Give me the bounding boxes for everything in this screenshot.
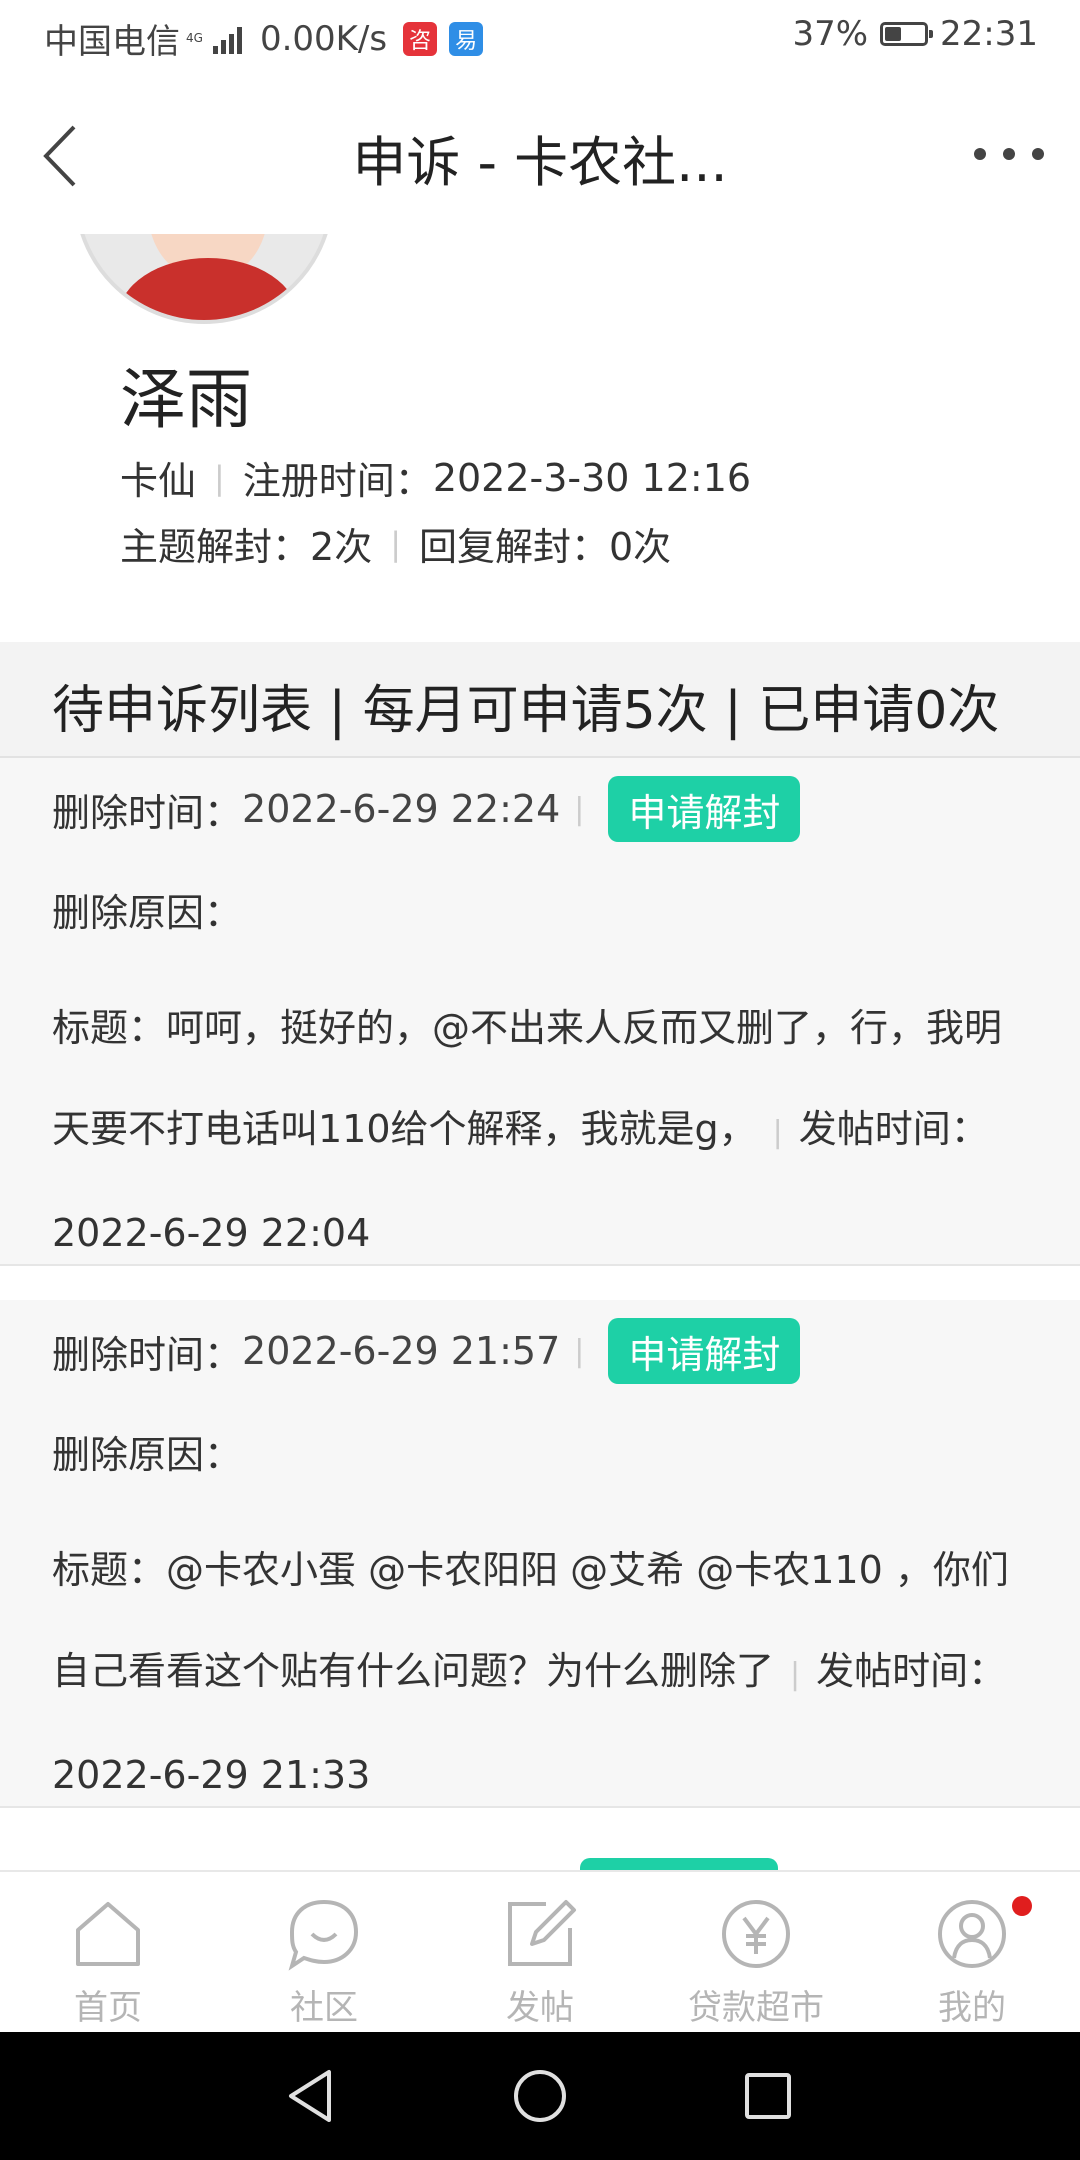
delete-time-label: 删除时间： [52, 790, 243, 835]
divider: | [790, 1657, 801, 1692]
system-recents-button[interactable] [728, 2060, 808, 2132]
appeal-list-header: 待申诉列表 | 每月可申请5次 | 已申请0次 [0, 642, 1080, 758]
tab-label: 我的 [938, 1988, 1006, 2028]
system-back-button[interactable] [270, 2060, 350, 2132]
status-right: 37% 22:31 [792, 14, 1038, 54]
more-dot-icon [974, 148, 986, 160]
user-name: 泽雨 [120, 361, 252, 438]
user-profile-section: 泽雨 卡仙 | 注册时间： 2022-3-30 12:16 主题解封： 2次 |… [0, 234, 1080, 642]
avatar-shirt [118, 258, 298, 320]
divider: | [772, 1115, 783, 1150]
divider: | [390, 524, 401, 563]
profile-meta-line: 卡仙 | 注册时间： 2022-3-30 12:16 [120, 450, 751, 505]
post-time: 2022-6-29 21:33 [52, 1753, 371, 1797]
battery-percent: 37% [792, 14, 869, 54]
network-speed: 0.00K/s [259, 18, 388, 59]
delete-reason-label: 删除原因： [52, 891, 243, 935]
register-time: 2022-3-30 12:16 [432, 455, 752, 500]
reply-unblock-label: 回复解封： [418, 525, 609, 569]
circle-home-icon [514, 2070, 566, 2122]
divider: | [574, 791, 585, 827]
topic-unblock-label: 主题解封： [120, 525, 311, 569]
triangle-back-icon [289, 2070, 331, 2122]
tab-home[interactable]: 首页 [0, 1872, 216, 2032]
post-title-label: 标题： [52, 1548, 167, 1592]
topic-unblock-count: 2次 [310, 525, 373, 569]
post-title-block: 标题：@卡农小蛋 @卡农阳阳 @艾希 @卡农110 ，你们自己看看这个贴有什么问… [52, 1520, 1032, 1826]
bottom-tab-bar: 首页 社区 发帖 贷款超市 我的 [0, 1870, 1080, 2032]
post-time: 2022-6-29 22:04 [52, 1211, 371, 1255]
unblock-stats-line: 主题解封： 2次 | 回复解封： 0次 [120, 516, 671, 571]
status-left: 中国电信 4G 0.00K/s 咨 易 [44, 14, 484, 63]
system-navigation-bar [0, 2032, 1080, 2160]
delete-reason-label: 删除原因： [52, 1433, 243, 1477]
user-level: 卡仙 [120, 459, 197, 503]
page-title: 申诉 - 卡农社... [352, 131, 728, 194]
divider: | [574, 1333, 585, 1369]
app-notification-icon: 咨 [403, 21, 438, 56]
apply-unblock-button[interactable]: 申请解封 [608, 776, 801, 842]
edit-post-icon [508, 1900, 576, 1966]
delete-time: 2022-6-29 21:57 [242, 1329, 561, 1373]
signal-icon [212, 24, 242, 54]
square-recents-icon [745, 2073, 791, 2119]
user-icon [938, 1900, 1006, 1968]
tab-post[interactable]: 发帖 [432, 1872, 648, 2032]
chat-bubble-icon [288, 1899, 359, 1971]
reply-unblock-count: 0次 [609, 525, 672, 569]
divider: | [214, 458, 225, 497]
appeal-list-title: 待申诉列表 | 每月可申请5次 | 已申请0次 [52, 681, 1000, 741]
delete-time: 2022-6-29 22:24 [242, 787, 561, 831]
tab-label: 贷款超市 [688, 1988, 824, 2028]
delete-time-row: 删除时间： 2022-6-29 22:24 | 申请解封 [52, 776, 801, 842]
post-title-block: 标题：呵呵，挺好的，@不出来人反而又删了，行，我明天要不打电话叫110给个解释，… [52, 978, 1032, 1284]
tab-label: 社区 [290, 1988, 358, 2028]
apply-unblock-button[interactable]: 申请解封 [608, 1318, 801, 1384]
more-dot-icon [1003, 148, 1015, 160]
more-options-button[interactable] [974, 134, 1044, 174]
delete-time-row: 删除时间： 2022-6-29 21:57 | 申请解封 [52, 1318, 801, 1384]
delete-time-label: 删除时间： [52, 1332, 243, 1377]
post-time-label: 发帖时间： [798, 1107, 989, 1151]
delete-reason-row: 删除原因： [52, 1424, 242, 1479]
register-label: 注册时间： [242, 459, 433, 503]
network-type: 4G [186, 31, 203, 45]
tab-community[interactable]: 社区 [216, 1872, 432, 2032]
battery-level [885, 27, 901, 41]
status-bar: 中国电信 4G 0.00K/s 咨 易 37% 22:31 [0, 0, 1080, 74]
avatar[interactable] [74, 234, 334, 324]
post-time-label: 发帖时间： [816, 1649, 1007, 1693]
tab-label: 发帖 [506, 1988, 574, 2028]
notification-dot [1012, 1896, 1032, 1916]
tab-mine[interactable]: 我的 [864, 1872, 1080, 2032]
top-navigation-bar: 申诉 - 卡农社... [0, 74, 1080, 234]
carrier-name: 中国电信 [44, 22, 180, 62]
appeal-item: 删除时间： 2022-6-29 22:24 | 申请解封 删除原因： 标题：呵呵… [0, 758, 1080, 1266]
clock: 22:31 [940, 14, 1038, 54]
tab-label: 首页 [74, 1988, 142, 2028]
app-notification-icon-2: 易 [449, 21, 484, 56]
home-icon [76, 1902, 140, 1966]
battery-icon [880, 22, 934, 46]
yuan-icon [722, 1900, 790, 1968]
delete-reason-row: 删除原因： [52, 882, 242, 937]
system-home-button[interactable] [500, 2060, 580, 2132]
tab-loan-market[interactable]: 贷款超市 [648, 1872, 864, 2032]
more-dot-icon [1032, 148, 1044, 160]
post-title-label: 标题： [52, 1006, 167, 1050]
appeal-item: 删除时间： 2022-6-29 21:57 | 申请解封 删除原因： 标题：@卡… [0, 1300, 1080, 1808]
